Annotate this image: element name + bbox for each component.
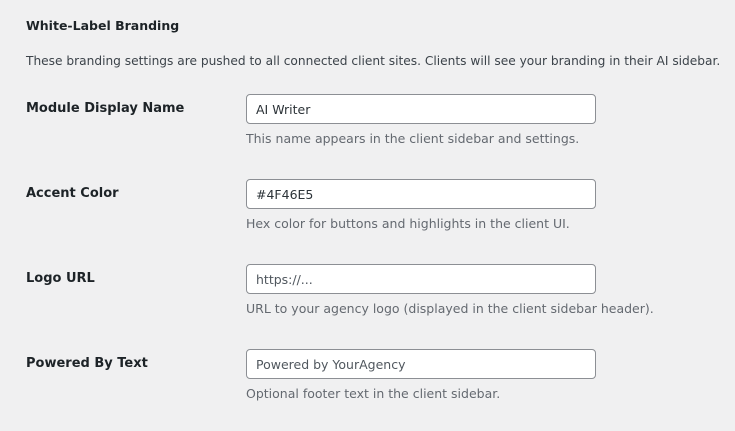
logo-url-label: Logo URL — [26, 271, 95, 286]
field-row-accent-color: Accent Color Hex color for buttons and h… — [26, 179, 726, 239]
field-row-module-display-name: Module Display Name This name appears in… — [26, 94, 726, 154]
module-display-name-input[interactable] — [246, 94, 596, 124]
module-display-name-label: Module Display Name — [26, 101, 185, 116]
section-description: These branding settings are pushed to al… — [26, 54, 721, 68]
logo-url-help: URL to your agency logo (displayed in th… — [246, 301, 654, 316]
field-row-powered-by-text: Powered By Text Optional footer text in … — [26, 349, 726, 409]
module-display-name-help: This name appears in the client sidebar … — [246, 131, 580, 146]
powered-by-text-input[interactable] — [246, 349, 596, 379]
powered-by-text-help: Optional footer text in the client sideb… — [246, 386, 501, 401]
section-title: White-Label Branding — [26, 18, 180, 33]
field-row-logo-url: Logo URL URL to your agency logo (displa… — [26, 264, 726, 324]
accent-color-help: Hex color for buttons and highlights in … — [246, 216, 570, 231]
powered-by-text-label: Powered By Text — [26, 356, 148, 371]
accent-color-input[interactable] — [246, 179, 596, 209]
logo-url-input[interactable] — [246, 264, 596, 294]
accent-color-label: Accent Color — [26, 186, 119, 201]
